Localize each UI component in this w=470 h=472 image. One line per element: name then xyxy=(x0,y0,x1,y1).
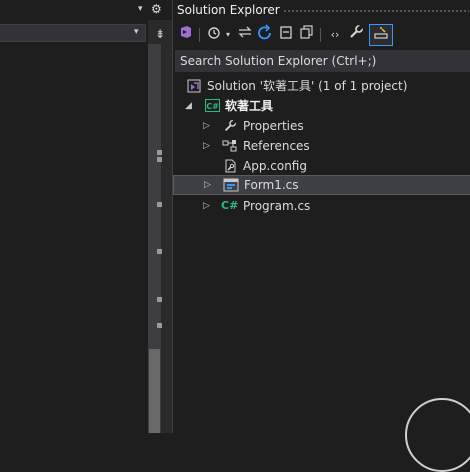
editor-topbar: ▾ xyxy=(0,0,148,20)
tree-item-selected[interactable]: ▷ Form1.cs xyxy=(173,175,470,195)
tree-item-label: Form1.cs xyxy=(244,178,299,192)
collapse-all-icon[interactable] xyxy=(276,24,296,46)
member-dropdown[interactable]: ▾ xyxy=(0,24,146,42)
solution-label: Solution '软著工具' (1 of 1 project) xyxy=(207,79,408,93)
editor-gutter: ⇟ xyxy=(148,0,172,433)
collapse-arrow-icon[interactable]: ◢ xyxy=(185,96,192,116)
vertical-scrollbar[interactable] xyxy=(148,44,161,433)
refresh-icon[interactable] xyxy=(255,24,275,46)
panel-grip[interactable] xyxy=(283,9,469,13)
wrench-icon xyxy=(222,119,238,133)
history-icon[interactable] xyxy=(204,24,224,46)
editor-pane: ▾ ▾ xyxy=(0,0,148,433)
expand-arrow-icon[interactable]: ▷ xyxy=(203,116,210,136)
wrench-icon[interactable] xyxy=(346,24,366,46)
solution-icon xyxy=(186,79,202,93)
toolbar-separator xyxy=(320,28,321,42)
expand-arrow-icon[interactable]: ▷ xyxy=(204,175,211,195)
sync-icon[interactable] xyxy=(235,24,255,46)
form-icon xyxy=(223,178,239,192)
config-file-icon xyxy=(222,159,238,173)
search-placeholder: Search Solution Explorer (Ctrl+;) xyxy=(180,54,377,68)
scroll-marker xyxy=(157,249,162,254)
tree-item-label: Properties xyxy=(243,119,304,133)
scroll-marker xyxy=(157,157,162,162)
solution-explorer: Solution Explorer ▾ ‹› Search Solution E… xyxy=(172,0,470,472)
tree-item-label: References xyxy=(243,139,310,153)
scroll-marker xyxy=(157,323,162,328)
tree-item[interactable]: ▷ Properties xyxy=(173,116,470,136)
svg-text:C#: C# xyxy=(206,102,219,111)
tree-item[interactable]: App.config xyxy=(173,156,470,176)
references-icon xyxy=(222,139,238,153)
scroll-marker xyxy=(157,150,162,155)
tree-item[interactable]: ▷ References xyxy=(173,136,470,156)
cursor-circle xyxy=(405,398,470,472)
panel-title: Solution Explorer xyxy=(177,3,280,17)
tree-item-label: Program.cs xyxy=(243,199,311,213)
scrollbar-thumb[interactable] xyxy=(149,349,160,433)
chevron-down-icon[interactable]: ▾ xyxy=(134,27,139,37)
tree-solution[interactable]: Solution '软著工具' (1 of 1 project) xyxy=(173,76,470,96)
split-editor-icon[interactable]: ⇟ xyxy=(148,24,172,44)
preview-icon[interactable] xyxy=(369,24,393,46)
project-label: 软著工具 xyxy=(225,99,274,113)
code-view-icon[interactable]: ‹› xyxy=(325,24,345,46)
expand-arrow-icon[interactable]: ▷ xyxy=(203,136,210,156)
csharp-project-icon: C# xyxy=(204,99,220,113)
toolbar-separator xyxy=(199,28,200,42)
scroll-marker xyxy=(157,297,162,302)
copy-icon[interactable] xyxy=(297,24,317,46)
explorer-toolbar: ▾ ‹› xyxy=(173,22,470,48)
gear-icon[interactable]: ⚙ xyxy=(151,2,162,16)
tree-project[interactable]: ◢ C# 软著工具 xyxy=(173,96,470,116)
expand-arrow-icon[interactable]: ▷ xyxy=(203,196,210,216)
vs-switch-views-icon[interactable] xyxy=(176,24,196,46)
csharp-file-icon: C# xyxy=(221,199,239,212)
tree-item-label: App.config xyxy=(243,159,307,173)
dropdown-icon[interactable]: ▾ xyxy=(223,24,233,46)
tree-item[interactable]: ▷ C# Program.cs xyxy=(173,196,470,216)
chevron-down-icon[interactable]: ▾ xyxy=(138,4,143,14)
scroll-marker xyxy=(157,202,162,207)
search-input[interactable]: Search Solution Explorer (Ctrl+;) xyxy=(175,50,470,72)
